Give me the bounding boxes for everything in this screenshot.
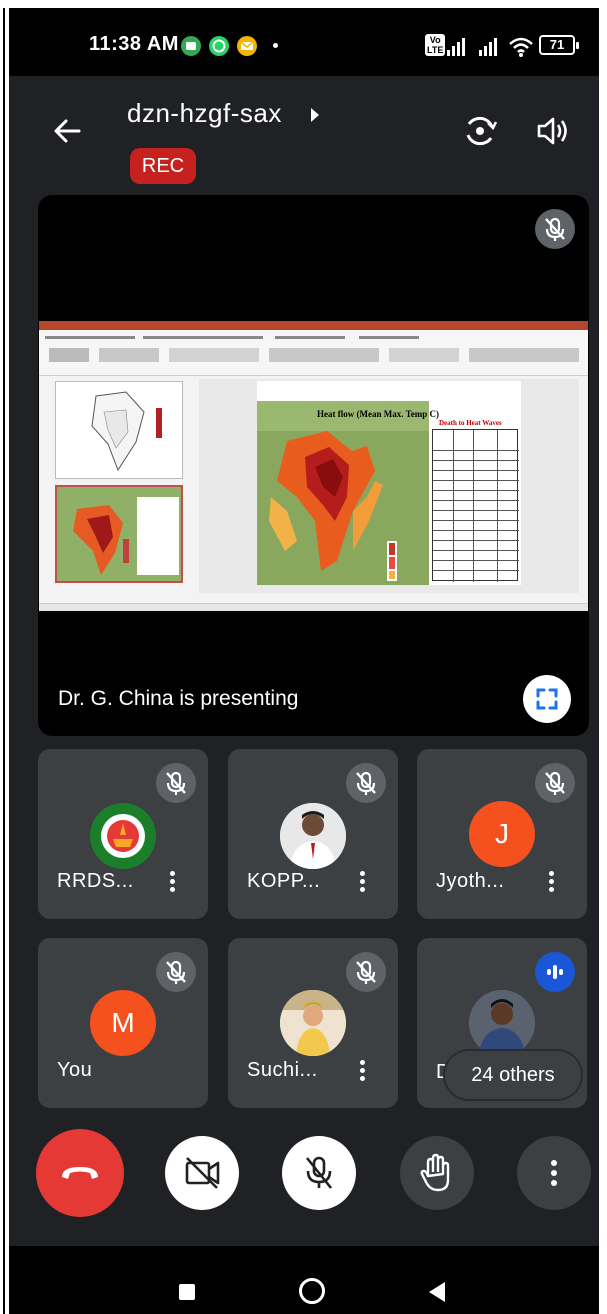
participant-name: Suchi... — [247, 1059, 318, 1081]
slide-editor: Heat flow (Mean Max. Temp C) Death to He… — [199, 379, 579, 593]
mic-off-icon — [346, 763, 386, 803]
camera-off-button[interactable] — [165, 1136, 239, 1210]
mic-off-button[interactable] — [282, 1136, 356, 1210]
presenter-label: Dr. G. China is presenting — [58, 687, 299, 710]
participant-tile-self[interactable]: M You — [38, 938, 208, 1108]
status-bar: 11:38 AM Vo LTE 71 — [9, 8, 599, 76]
signal-2-icon — [477, 36, 503, 56]
back-arrow-icon[interactable] — [49, 113, 85, 149]
shared-screen: Heat flow (Mean Max. Temp C) Death to He… — [39, 321, 588, 611]
ppt-ribbon — [39, 330, 588, 376]
participant-name: RRDS... — [57, 870, 134, 892]
chevron-right-icon[interactable] — [311, 108, 319, 122]
slide-heading: Heat flow (Mean Max. Temp C) — [317, 409, 439, 419]
letter-avatar: M — [90, 990, 156, 1056]
speaker-icon[interactable] — [533, 112, 571, 150]
letter-avatar: J — [469, 801, 535, 867]
whatsapp-icon — [209, 36, 229, 56]
recents-icon[interactable] — [179, 1284, 195, 1300]
meeting-code[interactable]: dzn-hzgf-sax — [127, 98, 282, 129]
recording-badge: REC — [130, 148, 196, 184]
heat-wave-table — [432, 429, 519, 582]
current-slide: Heat flow (Mean Max. Temp C) Death to He… — [257, 381, 521, 585]
raise-hand-button[interactable] — [400, 1136, 474, 1210]
battery-icon: 71 — [539, 35, 579, 55]
participant-tile[interactable]: Suchi... — [228, 938, 398, 1108]
mic-off-icon — [156, 763, 196, 803]
participant-photo-avatar — [280, 803, 346, 869]
participant-name: KOPP... — [247, 870, 321, 892]
android-nav-bar — [9, 1246, 599, 1314]
switch-camera-icon[interactable] — [461, 112, 499, 150]
participant-tile[interactable]: KOPP... — [228, 749, 398, 919]
participant-name: You — [57, 1059, 93, 1081]
participant-tile[interactable]: J Jyoth... — [417, 749, 587, 919]
phone-screen: 11:38 AM Vo LTE 71 dzn-hzgf-sax REC Heat… — [9, 8, 599, 1314]
slide-thumbnail-1 — [55, 381, 183, 479]
mic-off-icon — [346, 952, 386, 992]
ppt-title-bar — [39, 321, 588, 330]
slide-side-heading: Death to Heat Waves — [439, 419, 502, 427]
volte-badge: Vo LTE — [425, 34, 446, 56]
more-vert-icon[interactable] — [352, 1056, 372, 1086]
left-frame — [0, 0, 9, 1314]
signal-1-icon — [445, 36, 471, 56]
status-time: 11:38 AM — [89, 33, 179, 55]
more-vert-icon[interactable] — [541, 867, 561, 897]
heat-map-image — [257, 401, 429, 585]
participant-photo-avatar — [469, 990, 535, 1056]
more-vert-icon[interactable] — [352, 867, 372, 897]
speaking-indicator-icon — [535, 952, 575, 992]
presentation-stage[interactable]: Heat flow (Mean Max. Temp C) Death to He… — [38, 195, 589, 736]
mic-off-icon — [535, 209, 575, 249]
fullscreen-icon[interactable] — [523, 675, 571, 723]
participant-tile[interactable]: RRDS... — [38, 749, 208, 919]
email-icon — [237, 36, 257, 56]
wifi-icon — [508, 36, 534, 63]
more-options-button[interactable] — [517, 1136, 591, 1210]
participant-name: Jyoth... — [436, 870, 505, 892]
college-logo-avatar — [90, 803, 156, 869]
more-vert-icon[interactable] — [162, 867, 182, 897]
right-frame — [599, 8, 607, 1314]
ppt-status-bar — [39, 603, 588, 611]
mic-off-icon — [535, 763, 575, 803]
end-call-button[interactable] — [36, 1129, 124, 1217]
more-notifications-dot — [273, 43, 278, 48]
whatsapp-business-icon — [181, 36, 201, 56]
home-icon[interactable] — [299, 1278, 325, 1304]
others-chip[interactable]: 24 others — [445, 1051, 581, 1099]
participant-photo-avatar — [280, 990, 346, 1056]
slide-thumbnail-2 — [55, 485, 183, 583]
back-icon[interactable] — [429, 1282, 445, 1302]
mic-off-icon — [156, 952, 196, 992]
